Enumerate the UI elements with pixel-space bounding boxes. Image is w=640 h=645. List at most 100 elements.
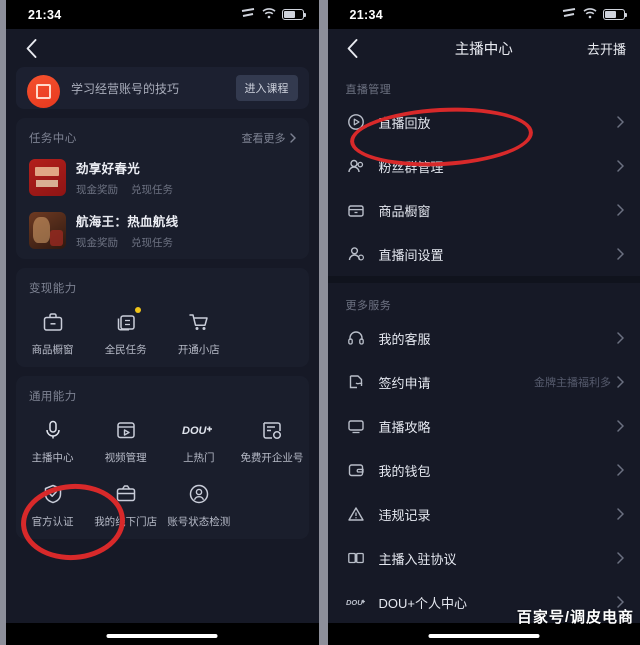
menu-item-fans-group[interactable]: 粉丝群管理 (328, 144, 640, 188)
grid-item-label: 全民任务 (104, 344, 147, 356)
headset-icon (346, 329, 366, 347)
task-row[interactable]: 劲享好春光 现金奖励 兑现任务 (16, 147, 309, 200)
home-indicator[interactable] (106, 634, 218, 638)
dou-plus-icon: DOU (346, 597, 366, 607)
task-center-section: 任务中心 查看更多 劲享好春光 现金奖励 兑现任务 航海王：热血航线 现金奖励 … (16, 118, 309, 259)
menu-item-label: 直播攻略 (378, 419, 431, 435)
briefcase-icon (42, 309, 64, 335)
grid-item-official-cert[interactable]: 官方认证 (16, 481, 89, 529)
go-live-button[interactable]: 去开播 (587, 39, 626, 58)
grid-item-offline-store[interactable]: 我的线下门店 (89, 481, 162, 529)
status-icons (562, 6, 627, 24)
menu-item-hint: 金牌主播福利多 (534, 377, 611, 389)
grid-item-national-task[interactable]: 全民任务 (89, 307, 162, 357)
dual-screenshot-container: 21:34 学习经营账号的技巧 进入课程 任务中心 查看更多 劲享好春光 现金奖… (0, 0, 640, 645)
status-bar-left: 21:34 (6, 0, 319, 29)
dou-plus-icon: DOU (182, 417, 216, 443)
course-card[interactable]: 学习经营账号的技巧 进入课程 (16, 67, 309, 109)
grid-item-anchor-center[interactable]: 主播中心 (16, 417, 89, 465)
grid-item-hot[interactable]: DOU 上热门 (162, 417, 235, 465)
enter-course-button[interactable]: 进入课程 (235, 75, 298, 101)
task-name: 劲享好春光 (76, 162, 141, 176)
task-info: 劲享好春光 现金奖励 兑现任务 (76, 158, 173, 197)
grid-item-account-status[interactable]: 账号状态检测 (162, 481, 235, 529)
group-label-live-management: 直播管理 (345, 84, 392, 96)
account-status-icon (188, 481, 210, 507)
menu-item-my-wallet[interactable]: 我的钱包 (328, 448, 640, 492)
svg-text:DOU: DOU (182, 425, 208, 437)
showcase-icon (346, 201, 366, 219)
status-bar-right: 21:34 (327, 0, 640, 29)
chevron-right-icon (617, 552, 624, 564)
task-center-more-label: 查看更多 (241, 133, 286, 145)
general-grid-row2: 官方认证 我的线下门店 账号状态检测 (16, 469, 309, 533)
menu-item-live-room-settings[interactable]: 直播间设置 (328, 232, 640, 276)
chevron-right-icon (617, 464, 624, 476)
menu-item-live-replay[interactable]: 直播回放 (328, 100, 640, 144)
stacked-cards-icon (115, 309, 137, 335)
grid-item-video-manage[interactable]: 视频管理 (89, 417, 162, 465)
monetize-title: 变现能力 (29, 283, 77, 295)
menu-item-live-guide[interactable]: 直播攻略 (328, 404, 640, 448)
watermark: 百家号/调皮电商 (516, 609, 634, 626)
grid-item-showcase[interactable]: 商品橱窗 (16, 309, 89, 357)
monetize-grid: 商品橱窗 全民任务 开通小店 (16, 297, 309, 361)
task-row[interactable]: 航海王：热血航线 现金奖励 兑现任务 (16, 200, 309, 253)
home-indicator[interactable] (428, 634, 540, 638)
menu-item-label: 主播入驻协议 (378, 551, 457, 567)
status-icons (241, 6, 306, 24)
menu-item-my-support[interactable]: 我的客服 (328, 316, 640, 360)
course-card-text: 学习经营账号的技巧 (71, 81, 180, 96)
menu-item-label: 直播间设置 (378, 247, 444, 263)
menu-item-label: 违规记录 (378, 507, 431, 523)
task-tag: 现金奖励 (76, 237, 118, 249)
chevron-right-icon (617, 116, 624, 128)
task-tags: 现金奖励 兑现任务 (76, 182, 173, 197)
store-icon (115, 481, 137, 507)
menu-item-sign-application[interactable]: 签约申请 金牌主播福利多 (328, 360, 640, 404)
chevron-right-icon (617, 376, 624, 388)
status-time: 21:34 (349, 7, 383, 22)
task-info: 航海王：热血航线 现金奖励 兑现任务 (76, 211, 178, 250)
chevron-right-icon (617, 204, 624, 216)
grid-item-label: 免费开企业号 (240, 452, 304, 464)
shield-check-icon (42, 481, 64, 507)
guide-icon (346, 417, 366, 435)
task-tag: 现金奖励 (76, 184, 118, 196)
status-time: 21:34 (28, 7, 62, 22)
contract-icon (346, 373, 366, 391)
task-thumbnail (29, 159, 66, 196)
grid-item-label: 官方认证 (31, 516, 74, 528)
grid-item-label: 上热门 (183, 452, 215, 464)
fans-group-icon (346, 157, 366, 175)
menu-item-anchor-agreement[interactable]: 主播入驻协议 (328, 536, 640, 580)
grid-item-label: 主播中心 (31, 452, 74, 464)
chevron-right-icon (617, 160, 624, 172)
task-center-more-button[interactable]: 查看更多 (242, 130, 296, 146)
replay-icon (346, 113, 366, 131)
chevron-right-icon (617, 248, 624, 260)
menu-item-violation-record[interactable]: 违规记录 (328, 492, 640, 536)
general-header: 通用能力 (16, 387, 309, 405)
grid-item-enterprise[interactable]: 免费开企业号 (235, 417, 308, 465)
monetize-section: 变现能力 商品橱窗 全民任务 开通小店 (16, 268, 309, 367)
battery-icon (603, 9, 627, 20)
grid-item-label: 账号状态检测 (167, 516, 231, 528)
user-settings-icon (346, 245, 366, 263)
grid-item-label: 商品橱窗 (31, 344, 74, 356)
task-center-title: 任务中心 (29, 133, 77, 145)
menu-item-label: 粉丝群管理 (378, 159, 444, 175)
chevron-right-icon (617, 508, 624, 520)
wifi-icon (261, 6, 276, 24)
general-section: 通用能力 主播中心 视频管理 DOU 上热门 免费开企业号 官方认证 我的线下门… (16, 376, 309, 539)
menu-item-label: 我的客服 (378, 331, 431, 347)
back-button-left[interactable] (20, 37, 42, 59)
signal-icon (241, 6, 256, 24)
menu-item-product-showcase[interactable]: 商品橱窗 (328, 188, 640, 232)
chevron-right-icon (617, 420, 624, 432)
grid-item-open-shop[interactable]: 开通小店 (162, 309, 235, 357)
task-tags: 现金奖励 兑现任务 (76, 235, 178, 250)
back-button-right[interactable] (342, 37, 364, 59)
menu-item-label: 直播回放 (378, 115, 431, 131)
battery-icon (281, 9, 306, 20)
